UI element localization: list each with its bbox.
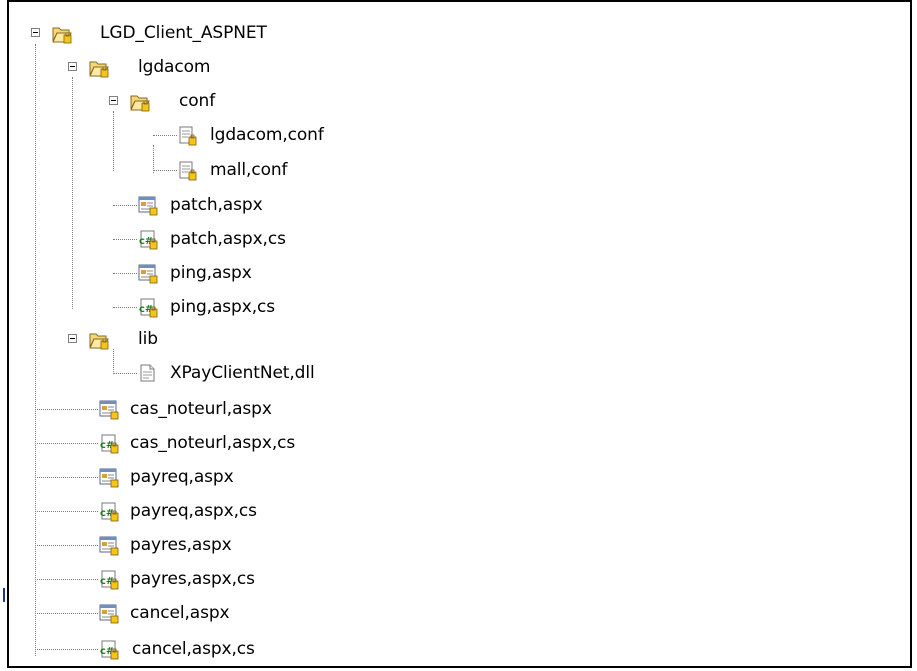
folder-open-icon xyxy=(52,27,72,44)
tree-node-lib[interactable]: lib xyxy=(67,327,267,351)
tree-node-patch-aspx-cs[interactable]: c# patch,aspx,cs xyxy=(137,227,377,251)
tree-node-label: payres,aspx xyxy=(130,535,232,555)
tree-node-label: XPayClientNet,dll xyxy=(170,363,315,383)
tree-node-mall-conf[interactable]: mall,conf xyxy=(177,158,377,182)
aspx-page-icon xyxy=(138,196,158,216)
tree-line xyxy=(35,649,98,650)
aspx-page-icon xyxy=(99,536,119,556)
tree-node-conf[interactable]: conf xyxy=(108,89,308,113)
tree-node-cas-noteurl-aspx[interactable]: cas_noteurl,aspx xyxy=(98,397,358,421)
tree-node-payreq-aspx[interactable]: payreq,aspx xyxy=(98,465,338,489)
aspx-page-icon xyxy=(99,604,119,624)
tree-node-cancel-aspx-cs[interactable]: c# cancel,aspx,cs xyxy=(98,637,358,661)
dll-file-icon xyxy=(140,364,155,382)
folder-open-icon xyxy=(130,95,150,112)
tree-line xyxy=(113,273,137,274)
tree-line xyxy=(35,579,98,580)
tree-node-label: cancel,aspx,cs xyxy=(132,639,255,659)
tree-node-label: cancel,aspx xyxy=(130,603,230,623)
tree-node-label: payreq,aspx,cs xyxy=(130,501,257,521)
tree-line xyxy=(35,44,36,656)
collapse-toggle[interactable] xyxy=(68,62,77,71)
tree-line xyxy=(153,170,177,171)
csharp-file-icon: c# xyxy=(100,570,119,590)
csharp-file-icon: c# xyxy=(100,640,119,660)
collapse-toggle[interactable] xyxy=(31,28,40,37)
tree-node-label: lib xyxy=(138,329,158,349)
folder-open-icon xyxy=(89,333,109,350)
tree-line xyxy=(113,307,137,308)
tree-node-label: payres,aspx,cs xyxy=(130,569,255,589)
tree-node-label: ping,aspx,cs xyxy=(170,297,276,317)
config-file-icon xyxy=(179,161,197,181)
tree-line xyxy=(113,205,137,206)
tree-line xyxy=(35,545,98,546)
aspx-page-icon xyxy=(138,264,158,284)
tree-node-payres-aspx-cs[interactable]: c# payres,aspx,cs xyxy=(98,567,358,591)
tree-node-payreq-aspx-cs[interactable]: c# payreq,aspx,cs xyxy=(98,499,358,523)
tree-line xyxy=(35,511,98,512)
tree-node-label: mall,conf xyxy=(210,160,288,180)
tree-line xyxy=(35,477,98,478)
tree-line xyxy=(35,613,98,614)
aspx-page-icon xyxy=(99,468,119,488)
tree-node-label: cas_noteurl,aspx xyxy=(130,399,272,419)
tree-node-label: patch,aspx xyxy=(170,195,263,215)
tree-node-label: LGD_Client_ASPNET xyxy=(100,23,267,43)
tree-node-lgdacom[interactable]: lgdacom xyxy=(67,55,307,79)
collapse-toggle[interactable] xyxy=(109,96,118,105)
tree-line xyxy=(113,373,137,374)
csharp-file-icon: c# xyxy=(139,298,158,318)
tree-node-xpayclientnet-dll[interactable]: XPayClientNet,dll xyxy=(137,361,397,385)
tree-node-cancel-aspx[interactable]: cancel,aspx xyxy=(98,601,338,625)
tree-node-patch-aspx[interactable]: patch,aspx xyxy=(137,193,357,217)
tree-node-root[interactable]: LGD_Client_ASPNET xyxy=(30,21,350,45)
folder-open-icon xyxy=(89,61,109,78)
tree-line xyxy=(72,77,73,309)
tree-node-label: lgdacom,conf xyxy=(210,125,324,145)
config-file-icon xyxy=(179,126,197,146)
tree-node-label: conf xyxy=(179,91,216,111)
tree-line xyxy=(35,443,98,444)
solution-tree: LGD_Client_ASPNET lgdacom conf lgdacom,c… xyxy=(0,0,917,671)
tree-node-payres-aspx[interactable]: payres,aspx xyxy=(98,533,338,557)
tree-line xyxy=(113,349,114,374)
csharp-file-icon: c# xyxy=(139,230,158,250)
tree-node-lgdacom-conf[interactable]: lgdacom,conf xyxy=(177,123,397,147)
tree-line xyxy=(153,135,177,136)
tree-node-ping-aspx-cs[interactable]: c# ping,aspx,cs xyxy=(137,295,377,319)
tree-node-label: patch,aspx,cs xyxy=(170,229,286,249)
collapse-toggle[interactable] xyxy=(68,334,77,343)
tree-line xyxy=(153,145,154,173)
tree-node-label: payreq,aspx xyxy=(130,467,234,487)
tree-node-ping-aspx[interactable]: ping,aspx xyxy=(137,261,357,285)
tree-line xyxy=(113,239,137,240)
csharp-file-icon: c# xyxy=(100,434,119,454)
tree-node-label: lgdacom xyxy=(138,57,211,77)
tree-node-label: ping,aspx xyxy=(170,263,252,283)
tree-node-cas-noteurl-aspx-cs[interactable]: c# cas_noteurl,aspx,cs xyxy=(98,431,378,455)
tree-line xyxy=(35,409,98,410)
tree-node-label: cas_noteurl,aspx,cs xyxy=(130,433,296,453)
csharp-file-icon: c# xyxy=(100,502,119,522)
tree-line xyxy=(113,111,114,171)
aspx-page-icon xyxy=(99,400,119,420)
